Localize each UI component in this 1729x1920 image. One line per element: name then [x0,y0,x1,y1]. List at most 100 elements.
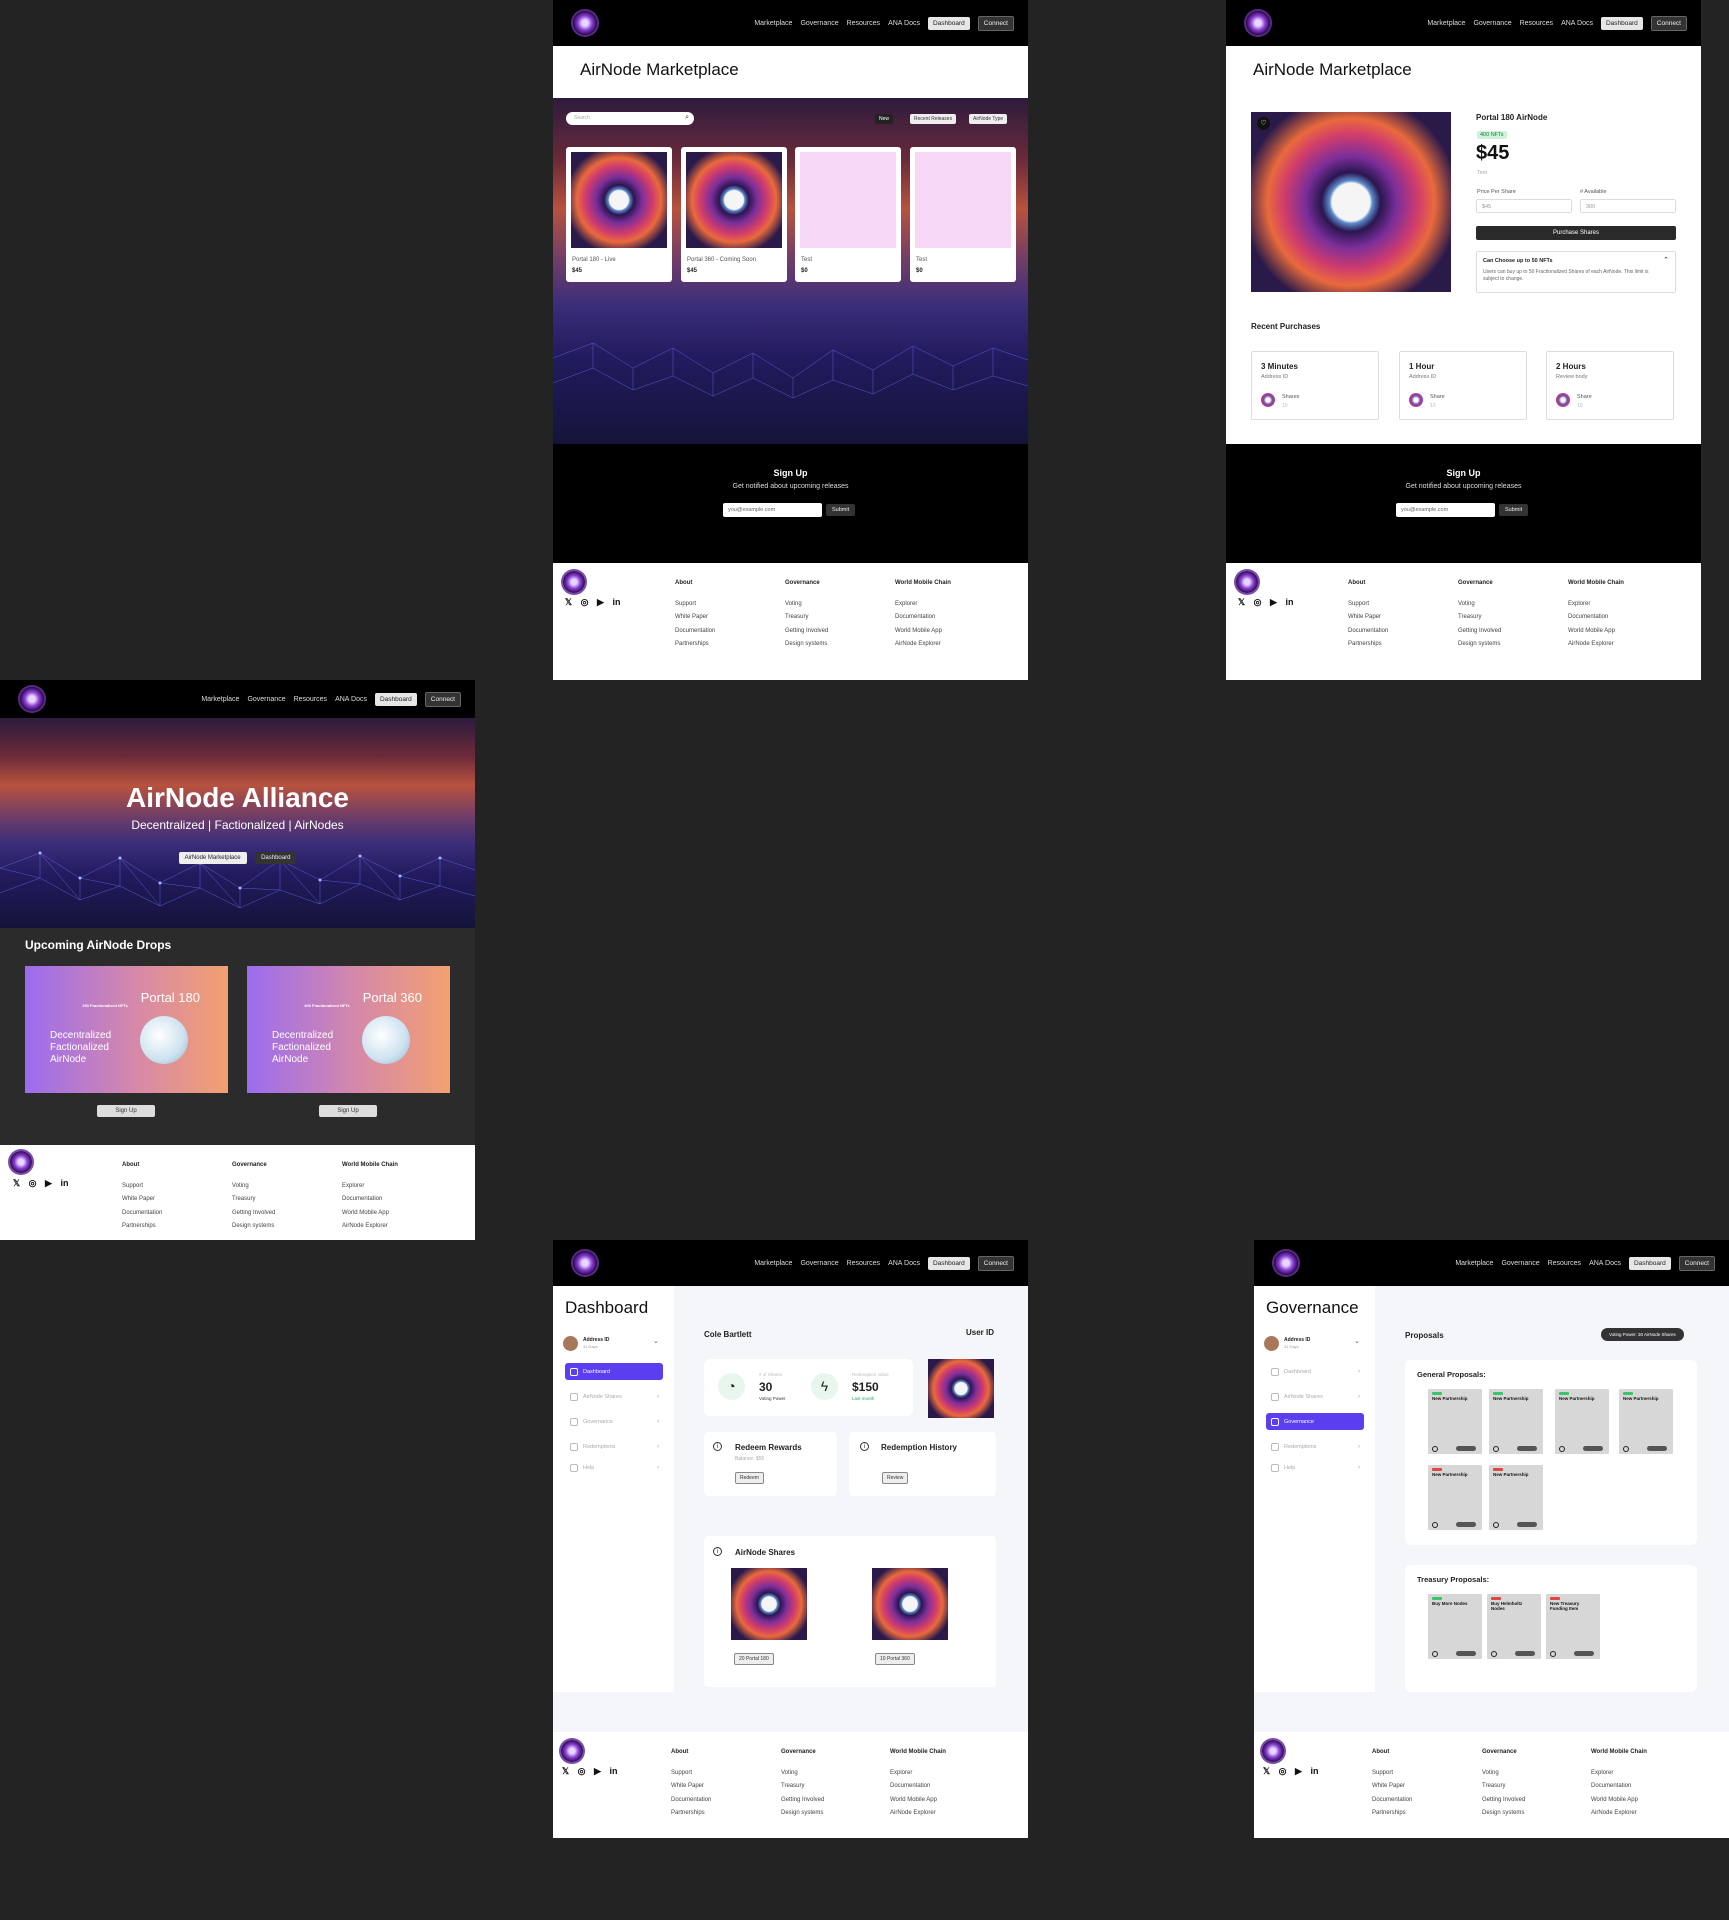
chevron-down-icon[interactable]: ⌄ [653,1337,659,1345]
filter-airnode-type[interactable]: AirNode Type [969,114,1008,124]
nav-dashboard-button[interactable]: Dashboard [927,16,970,30]
x-icon[interactable]: 𝕏 [561,1767,570,1776]
nav-governance[interactable]: Governance [1501,1260,1539,1267]
footer-link[interactable]: Documentation [1348,625,1388,639]
instagram-icon[interactable]: ◎ [577,1767,586,1776]
nav-ana-docs[interactable]: ANA Docs [335,696,367,703]
email-field[interactable]: you@example.com [723,503,822,517]
nav-resources[interactable]: Resources [1520,20,1553,27]
footer-link[interactable]: Getting Involved [232,1207,275,1221]
footer-link[interactable]: Partnerships [671,1807,711,1821]
drop-signup-button[interactable]: Sign Up [319,1105,377,1117]
details-button[interactable] [1456,1651,1476,1656]
footer-link[interactable]: Explorer [1591,1767,1647,1781]
logo[interactable] [573,11,597,35]
comment-icon[interactable] [1493,1522,1499,1528]
linkedin-icon[interactable]: in [609,1767,618,1776]
details-button[interactable] [1574,1651,1594,1656]
nav-dashboard-button[interactable]: Dashboard [927,1256,970,1270]
sidebar-item-redemptions[interactable]: Redemptions › [565,1438,663,1455]
nav-dashboard-button[interactable]: Dashboard [1600,16,1643,30]
proposal-card[interactable]: New Partnership [1555,1389,1609,1454]
footer-link[interactable]: Partnerships [1348,638,1388,652]
proposal-card[interactable]: New Treasury Funding Item [1546,1594,1600,1659]
proposal-card[interactable]: New Partnership [1428,1465,1482,1530]
footer-link[interactable]: World Mobile App [342,1207,398,1221]
footer-link[interactable]: Documentation [1568,611,1624,625]
drop-card-portal-360[interactable]: Portal 360 400 Fractionalized NFTs Decen… [247,966,450,1093]
sidebar-item-help[interactable]: Help › [1266,1459,1364,1476]
footer-link[interactable]: Documentation [1372,1794,1412,1808]
footer-logo[interactable] [563,571,585,593]
proposal-card[interactable]: New Partnership [1489,1389,1543,1454]
footer-link[interactable]: World Mobile App [890,1794,946,1808]
nav-ana-docs[interactable]: ANA Docs [1589,1260,1621,1267]
proposal-card[interactable]: New Partnership [1619,1389,1673,1454]
logo[interactable] [573,1251,597,1275]
footer-link[interactable]: Explorer [342,1180,398,1194]
purchase-shares-button[interactable]: Purchase Shares [1476,226,1676,240]
x-icon[interactable]: 𝕏 [12,1179,21,1188]
footer-link[interactable]: Documentation [895,611,951,625]
footer-link[interactable]: Partnerships [675,638,715,652]
sidebar-item-dashboard[interactable]: Dashboard › [1266,1363,1364,1380]
proposal-card[interactable]: New Partnership [1428,1389,1482,1454]
redeem-button[interactable]: Redeem [735,1472,764,1484]
logo[interactable] [20,687,44,711]
youtube-icon[interactable]: ▶ [1269,598,1278,607]
nav-dashboard-button[interactable]: Dashboard [1628,1256,1671,1270]
nav-ana-docs[interactable]: ANA Docs [888,1260,920,1267]
footer-link[interactable]: Voting [785,598,828,612]
nav-governance[interactable]: Governance [1473,20,1511,27]
footer-link[interactable]: World Mobile App [1568,625,1624,639]
footer-link[interactable]: Voting [232,1180,275,1194]
chevron-down-icon[interactable]: ⌄ [1354,1337,1360,1345]
nav-marketplace[interactable]: Marketplace [754,20,792,27]
submit-button[interactable]: Submit [826,504,856,516]
comment-icon[interactable] [1432,1522,1438,1528]
nav-marketplace[interactable]: Marketplace [754,1260,792,1267]
footer-logo[interactable] [1236,571,1258,593]
nav-resources[interactable]: Resources [847,20,880,27]
comment-icon[interactable] [1491,1651,1497,1657]
footer-link[interactable]: Voting [781,1767,824,1781]
nav-resources[interactable]: Resources [847,1260,880,1267]
details-button[interactable] [1517,1522,1537,1527]
share-image-portal-360[interactable] [872,1568,948,1640]
footer-link[interactable]: Treasury [785,611,828,625]
footer-link[interactable]: Support [671,1767,711,1781]
drop-card-portal-180[interactable]: Portal 180 250 Fractionalized NFTs Decen… [25,966,228,1093]
product-card[interactable]: Portal 180 - Live $45 [566,147,672,282]
footer-link[interactable]: Documentation [671,1794,711,1808]
review-button[interactable]: Review [882,1472,909,1484]
sidebar-item-dashboard[interactable]: Dashboard [565,1363,663,1380]
product-card[interactable]: Portal 360 - Coming Soon $45 [681,147,787,282]
footer-link[interactable]: Getting Involved [1482,1794,1525,1808]
submit-button[interactable]: Submit [1499,504,1529,516]
sidebar-item-airnode-shares[interactable]: AirNode Shares › [1266,1388,1364,1405]
footer-logo[interactable] [1262,1740,1284,1762]
nav-connect-button[interactable]: Connect [1650,15,1687,31]
footer-logo[interactable] [10,1151,32,1173]
footer-link[interactable]: Voting [1458,598,1501,612]
footer-link[interactable]: White Paper [675,611,715,625]
comment-icon[interactable] [1432,1651,1438,1657]
proposal-card[interactable]: New Partnership [1489,1465,1543,1530]
footer-link[interactable]: Support [122,1180,162,1194]
email-field[interactable]: you@example.com [1396,503,1495,517]
comment-icon[interactable] [1493,1446,1499,1452]
instagram-icon[interactable]: ◎ [28,1179,37,1188]
footer-link[interactable]: Documentation [1591,1780,1647,1794]
details-button[interactable] [1456,1446,1476,1451]
sidebar-item-help[interactable]: Help › [565,1459,663,1476]
footer-link[interactable]: AirNode Explorer [1568,638,1624,652]
comment-icon[interactable] [1432,1446,1438,1452]
details-button[interactable] [1583,1446,1603,1451]
footer-link[interactable]: AirNode Explorer [342,1220,398,1234]
footer-logo[interactable] [561,1740,583,1762]
footer-link[interactable]: Treasury [781,1780,824,1794]
linkedin-icon[interactable]: in [1310,1767,1319,1776]
footer-link[interactable]: Documentation [675,625,715,639]
footer-link[interactable]: White Paper [1348,611,1388,625]
footer-link[interactable]: Support [1348,598,1388,612]
